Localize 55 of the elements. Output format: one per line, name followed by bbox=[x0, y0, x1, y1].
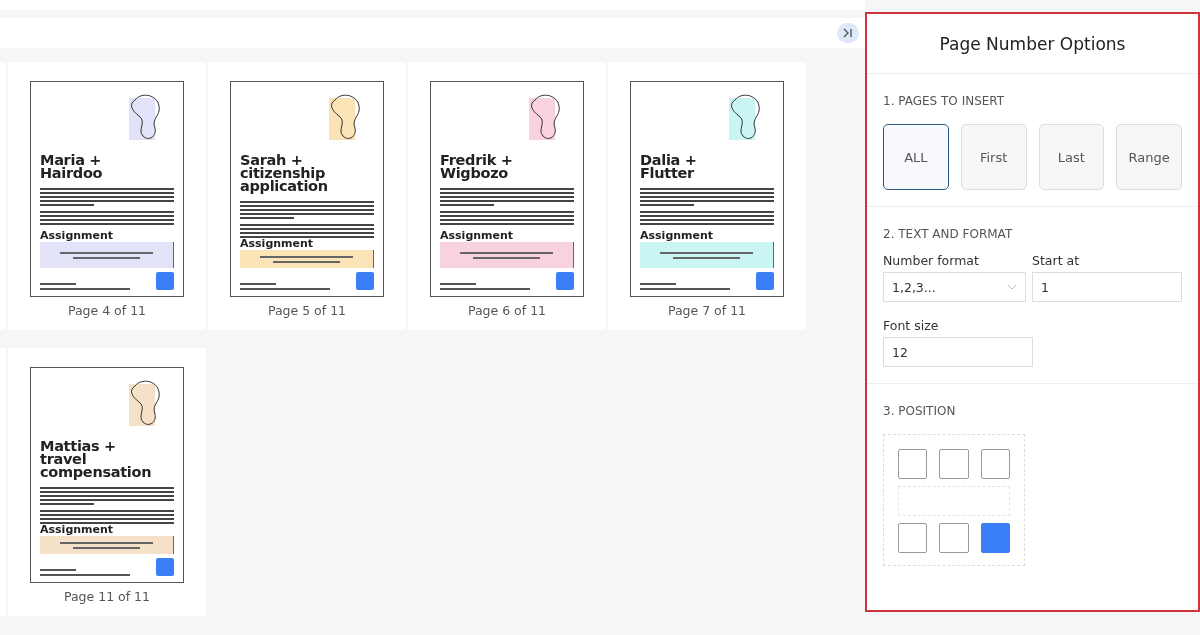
section-heading: 3. POSITION bbox=[883, 404, 957, 418]
pages-option-button[interactable]: Range bbox=[1116, 124, 1182, 190]
page-card[interactable]: Mattias + travel compensation Assignment Page 11 of 11 bbox=[8, 348, 206, 616]
square-icon bbox=[356, 272, 374, 290]
page-title-line: travel bbox=[40, 453, 87, 466]
section-heading: 1. PAGES TO INSERT bbox=[883, 94, 1006, 108]
page-label: Page 4 of 11 bbox=[67, 303, 147, 318]
collapse-panel-button[interactable] bbox=[837, 23, 859, 43]
page-title-line: Hairdoo bbox=[40, 167, 104, 180]
position-option[interactable] bbox=[939, 449, 969, 479]
page-title-line: citizenship bbox=[240, 167, 326, 180]
pages-option-button[interactable]: First bbox=[960, 124, 1027, 190]
font-size-field[interactable]: 12 bbox=[883, 337, 1033, 367]
square-icon bbox=[156, 558, 174, 576]
square-icon bbox=[156, 272, 174, 290]
field-label: Font size bbox=[883, 318, 940, 333]
position-option[interactable] bbox=[898, 449, 928, 479]
panel-title: Page Number Options bbox=[867, 14, 1198, 74]
position-option[interactable] bbox=[939, 523, 969, 553]
chevron-down-icon bbox=[1007, 284, 1017, 290]
page-title-line: application bbox=[240, 180, 329, 193]
number-format-dropdown[interactable]: 1,2,3... bbox=[883, 272, 1026, 302]
page-title-line: Flutter bbox=[640, 167, 695, 180]
assignment-heading: Assignment bbox=[640, 230, 715, 242]
square-icon bbox=[756, 272, 774, 290]
page-label: Page 7 of 11 bbox=[667, 303, 747, 318]
page-card[interactable]: Sarah + citizenship application Assignment Page 5 of 11 bbox=[208, 62, 406, 330]
start-at-field[interactable]: 1 bbox=[1032, 272, 1182, 302]
page-label: Page 11 of 11 bbox=[63, 589, 150, 604]
section-heading: 2. TEXT AND FORMAT bbox=[883, 227, 1014, 241]
page-title-line: Dalia + bbox=[640, 154, 698, 167]
page-title-line: Mattias + bbox=[40, 440, 117, 453]
assignment-heading: Assignment bbox=[440, 230, 515, 242]
position-option[interactable] bbox=[980, 523, 1010, 553]
page-label: Page 6 of 11 bbox=[467, 303, 547, 318]
page-title-line: Maria + bbox=[40, 154, 103, 167]
collapse-icon bbox=[842, 28, 854, 38]
pages-option-button[interactable]: Last bbox=[1038, 124, 1105, 190]
assignment-heading: Assignment bbox=[240, 238, 315, 250]
position-option[interactable] bbox=[980, 449, 1010, 479]
page-title-line: Sarah + bbox=[240, 154, 303, 167]
field-label: Start at bbox=[1032, 253, 1081, 268]
assignment-heading: Assignment bbox=[40, 230, 115, 242]
field-label: Number format bbox=[883, 253, 980, 268]
square-icon bbox=[556, 272, 574, 290]
page-card[interactable]: Maria + Hairdoo Assignment Page 4 of 11 bbox=[8, 62, 206, 330]
pages-option-button[interactable]: ALL bbox=[883, 124, 949, 190]
page-title-line: Wigbozo bbox=[440, 167, 509, 180]
page-title-line: compensation bbox=[40, 466, 153, 479]
page-title-line: Fredrik + bbox=[440, 154, 514, 167]
page-card[interactable]: Dalia + Flutter Assignment Page 7 of 11 bbox=[608, 62, 806, 330]
position-option[interactable] bbox=[898, 523, 928, 553]
assignment-heading: Assignment bbox=[40, 524, 115, 536]
page-card[interactable]: Fredrik + Wigbozo Assignment Page 6 of 11 bbox=[408, 62, 606, 330]
page-label: Page 5 of 11 bbox=[267, 303, 347, 318]
